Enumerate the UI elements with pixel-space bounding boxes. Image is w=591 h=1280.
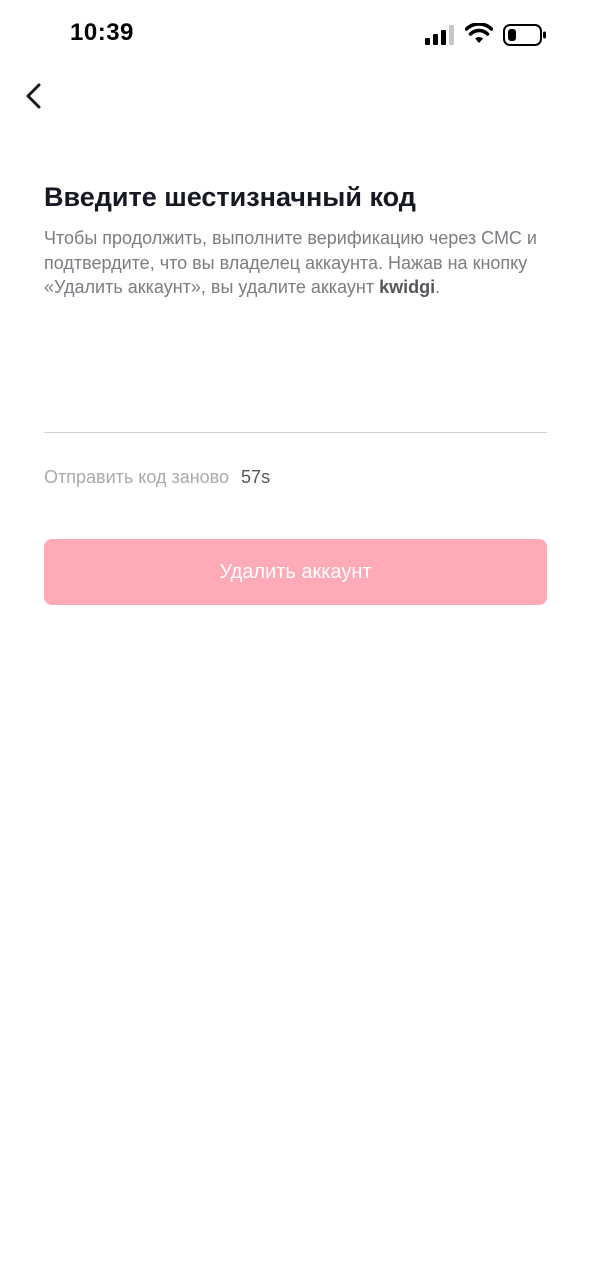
back-button[interactable] <box>12 74 56 118</box>
description-suffix: . <box>435 277 441 297</box>
resend-row: Отправить код заново 57s <box>44 467 270 488</box>
status-bar: 10:39 <box>0 0 591 72</box>
verification-content: Введите шестизначный код Чтобы продолжит… <box>44 178 547 300</box>
page-title: Введите шестизначный код <box>44 182 416 212</box>
status-time: 10:39 <box>70 19 134 46</box>
resend-countdown: 57s <box>241 467 271 487</box>
delete-account-button[interactable]: Удалить аккаунт <box>44 539 547 605</box>
resend-code-link[interactable]: Отправить код заново <box>44 467 229 488</box>
cellular-signal-icon <box>425 25 454 45</box>
chevron-left-icon <box>26 83 41 109</box>
description-text: Чтобы продолжить, выполните верификацию … <box>44 226 547 300</box>
verification-code-input[interactable] <box>44 380 547 433</box>
account-username: kwidgi <box>379 277 436 297</box>
battery-icon <box>503 24 546 46</box>
description-prefix: Чтобы продолжить, выполните верификацию … <box>44 228 537 297</box>
wifi-icon <box>465 23 493 43</box>
